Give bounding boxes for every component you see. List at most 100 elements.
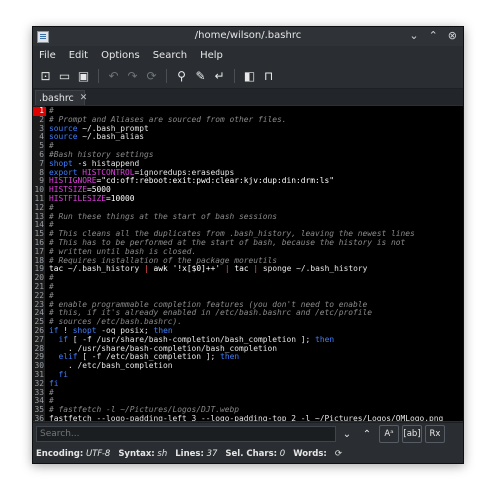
syntax-status: Syntax: sh [118,449,168,459]
token-keyword: then [315,334,335,344]
code-line: 4 source ~/.bash_alias [33,132,463,142]
regex-icon[interactable]: Rx [425,425,445,443]
token-keyword: fi [58,369,69,379]
token-keyword: then [153,325,173,335]
minimize-icon[interactable]: ⌄ [409,29,418,42]
token-comment: # This cleans all the duplicates from .b… [49,229,415,239]
token-text: =ignoredups:erasedups [134,167,235,177]
code-text: HISTFILESIZE=10000 [46,193,135,204]
find-next-icon[interactable]: ⌃ [358,426,376,442]
token-command: awk [148,264,173,274]
open-folder-icon[interactable]: ▭ [56,67,73,85]
save-icon[interactable]: ▣ [75,67,92,85]
token-keyword: source [49,132,78,142]
menu-search[interactable]: Search [153,50,187,61]
toolbar: ⊡ ▭ ▣ ↶ ↷ ⟳ ⚲ ✎ ↵ ◧ ⊓ [33,64,463,89]
code-line: 20 # [33,273,463,283]
jump-to-line-icon[interactable]: ↵ [211,67,228,85]
token-comment: # Requires installation of the package m… [49,255,278,265]
token-comment: # Prompt and Aliases are sourced from ot… [49,114,287,124]
token-text: ~/.bash_prompt [77,123,149,133]
refresh-icon[interactable]: ⟳ [335,449,342,459]
whole-word-icon[interactable]: [ab] [402,425,422,443]
undo-icon[interactable]: ↶ [105,67,122,85]
token-keyword: shopt [49,158,73,168]
line-number: 36 [34,413,44,421]
tab-close-icon[interactable]: ✕ [80,93,88,103]
token-text: [ -f /etc/bash_completion ]; [77,352,221,362]
token-comment: # [49,141,54,151]
token-variable: HISTFILESIZE [49,193,107,203]
menu-help[interactable]: Help [200,50,223,61]
token-keyword: if [58,334,69,344]
token-comment: # [49,106,54,115]
side-pane-icon[interactable]: ◧ [241,67,258,85]
menu-bar: File Edit Options Search Help [33,46,463,64]
editor-window: /home/wilson/.bashrc ⌄ ⌃ ⊗ File Edit Optio… [32,26,464,464]
find-replace-icon[interactable]: ✎ [192,67,209,85]
search-bar: ⌄⌃Aᵃ[ab]Rx [33,422,463,445]
reload-icon[interactable]: ⟳ [143,67,160,85]
token-text: -s histappend [72,158,140,168]
code-editor[interactable]: 1 #2 # Prompt and Aliases are sourced from… [33,106,463,421]
redo-icon[interactable]: ↷ [124,67,141,85]
find-previous-icon[interactable]: ⌄ [338,426,356,442]
token-variable: HISTSIZE [49,185,88,195]
token-keyword: fi [49,378,59,388]
close-icon[interactable]: ⊗ [448,29,457,42]
menu-edit[interactable]: Edit [69,50,88,61]
status-bar: Encoding: UTF-8 Syntax: sh Lines: 37 Sel… [33,445,463,463]
token-comment: # [49,220,54,230]
token-comment: # [49,202,54,212]
token-text: . /usr/share/bash-completion/bash_comple… [49,343,278,353]
token-comment: # written until bash is closed. [49,246,197,256]
token-variable: HISTIGNORE [49,176,97,186]
token-keyword: shopt [72,325,97,335]
code-line: 11 HISTFILESIZE=10000 [33,193,463,204]
token-text: ~/.bash_alias [77,132,145,142]
lines-status: Lines: 37 [175,449,218,459]
code-text: tac ~/.bash_history | awk '!x[$0]++' | t… [46,264,367,274]
toolbar-separator [234,69,235,83]
sel-chars-status: Sel. Chars: 0 [225,449,286,459]
search-input[interactable] [36,426,336,442]
code-line: 19 tac ~/.bash_history | awk '!x[$0]++' |… [33,264,463,274]
token-text: ! [58,325,73,335]
menu-file[interactable]: File [39,50,56,61]
token-comment: #Bash history settings [49,149,154,159]
token-string: ="cd:off:reboot:exit:pwd:clear:kjv:dup:d… [96,176,335,186]
menu-options[interactable]: Options [101,50,140,61]
token-keyword: if [49,325,59,335]
words-status: Words: [293,449,327,459]
token-number: =10000 [106,193,135,203]
token-comment: # sources /etc/bash.bashrc). [49,317,183,327]
token-comment: # this, if it's already enabled in /etc/… [49,308,373,318]
new-file-icon[interactable]: ⊡ [37,67,54,85]
code-line: 30 . /etc/bash_completion [33,361,463,371]
token-comment: # Run these things at the start of bash … [49,211,278,221]
find-icon[interactable]: ⚲ [173,67,190,85]
token-text: -oq posix; [96,325,154,335]
token-text: [ -f /usr/share/bash-completion/bash_com… [68,334,316,344]
tab-bashrc[interactable]: .bashrc ✕ [35,90,88,105]
token-string: '!x[$0]++' [172,264,221,274]
bookmark-icon[interactable]: ⊓ [260,67,277,85]
maximize-icon[interactable]: ⌃ [429,29,438,42]
window-title: /home/wilson/.bashrc [194,30,302,41]
token-text: fastfetch --logo-padding-left 3 --logo-p… [49,413,444,421]
token-comment: # fastfetch -l ~/Pictures/Logos/DJT.webp [49,405,240,415]
toolbar-separator [98,69,99,83]
token-command: tac [229,264,254,274]
code-text: fastfetch --logo-padding-left 3 --logo-p… [46,413,444,421]
encoding-status: Encoding: UTF-8 [36,449,111,459]
token-comment: # [49,290,54,300]
match-case-icon[interactable]: Aᵃ [379,425,399,443]
token-comment: # [49,396,54,406]
code-line: 31 fi [33,369,463,380]
code-text: # Run these things at the start of bash … [46,211,278,222]
code-text: source ~/.bash_alias [46,132,145,142]
toolbar-separator [166,69,167,83]
